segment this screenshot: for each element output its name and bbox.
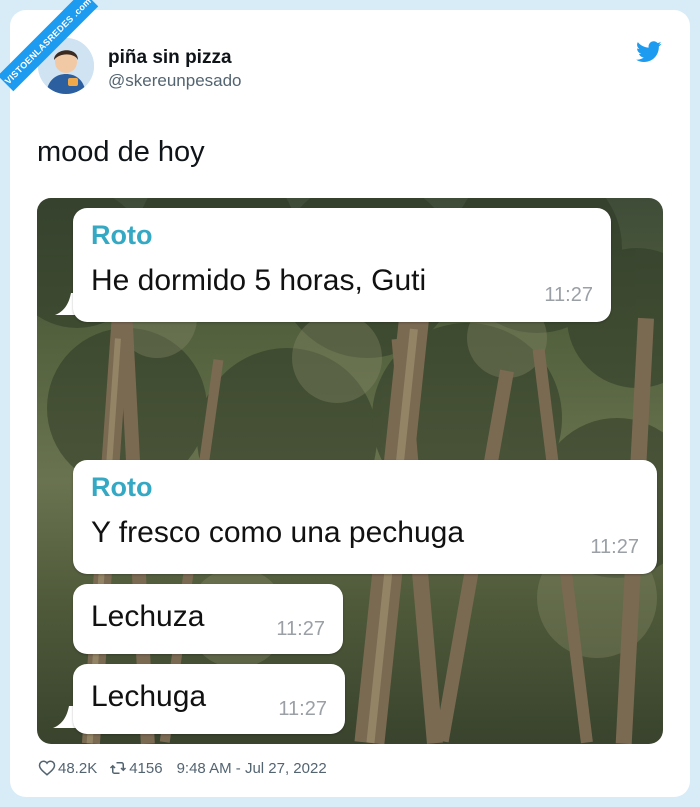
twitter-bird-icon[interactable] xyxy=(636,41,662,63)
message-time: 11:27 xyxy=(544,284,593,306)
chat-bubble[interactable]: Lechuza 11:27 xyxy=(73,584,343,654)
chat-bubble[interactable]: Roto Y fresco como una pechuga 11:27 xyxy=(73,460,657,574)
message-time: 11:27 xyxy=(590,536,639,558)
sender-name: Roto xyxy=(91,220,153,250)
tweet-text: mood de hoy xyxy=(37,136,205,168)
chat-bubble[interactable]: Lechuga 11:27 xyxy=(73,664,345,734)
like-count: 48.2K xyxy=(58,759,98,777)
message-text: Lechuga xyxy=(91,680,207,713)
retweet-count: 4156 xyxy=(129,759,163,777)
handle[interactable]: @skereunpesado xyxy=(108,71,242,91)
message-time: 11:27 xyxy=(276,618,325,640)
chat-bubble[interactable]: Roto He dormido 5 horas, Guti 11:27 xyxy=(73,208,611,322)
heart-icon[interactable] xyxy=(38,759,56,777)
retweet-icon[interactable] xyxy=(109,759,127,777)
message-text: Y fresco como una pechuga xyxy=(91,516,465,549)
tweet-footer: 48.2K 4156 9:48 AM - Jul 27, 2022 xyxy=(38,759,327,777)
tweet-card: VISTOENLASREDES .com piña sin pizza @ske… xyxy=(0,0,690,797)
message-time: 11:27 xyxy=(278,698,327,720)
message-text: Lechuza xyxy=(91,600,205,633)
message-text: He dormido 5 horas, Guti xyxy=(91,264,427,297)
tweet-image[interactable]: Roto He dormido 5 horas, Guti 11:27 Roto… xyxy=(37,198,663,744)
tweet-timestamp[interactable]: 9:48 AM - Jul 27, 2022 xyxy=(177,760,327,777)
display-name[interactable]: piña sin pizza xyxy=(108,47,232,69)
sender-name: Roto xyxy=(91,472,153,502)
